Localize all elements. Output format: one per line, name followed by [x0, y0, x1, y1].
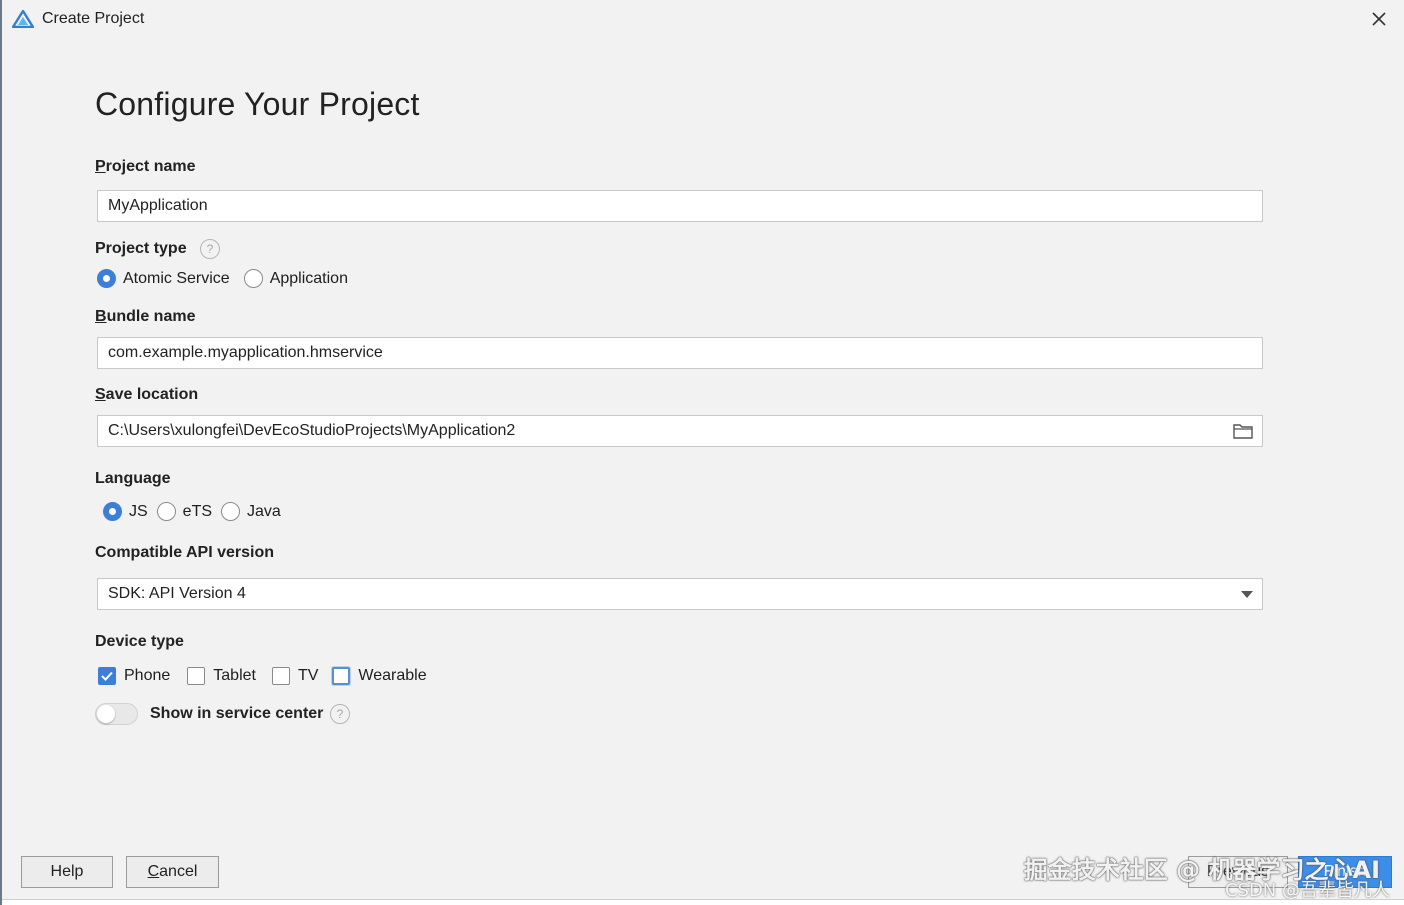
radio-application[interactable]: Application	[243, 269, 348, 288]
chevron-down-icon	[1241, 591, 1253, 598]
checkbox[interactable]	[98, 667, 116, 685]
checkbox[interactable]	[271, 667, 290, 685]
close-icon	[1372, 12, 1386, 26]
radio-js[interactable]: JS	[103, 502, 148, 521]
help-button[interactable]: Help	[21, 856, 113, 888]
api-version-label: Compatible API version	[95, 544, 274, 561]
window-title: Create Project	[42, 10, 145, 27]
title-bar: Create Project	[2, 0, 1404, 38]
checkbox-phone[interactable]: Phone	[98, 667, 170, 685]
radio-button[interactable]	[103, 502, 122, 521]
service-center-help-icon[interactable]: ?	[330, 704, 350, 724]
cancel-button[interactable]: Cancel	[126, 856, 219, 888]
radio-ets[interactable]: eTS	[156, 502, 212, 521]
radio-button[interactable]	[221, 502, 241, 521]
deveco-logo-icon	[12, 10, 34, 28]
checkmark-icon	[101, 671, 113, 681]
toggle-knob	[97, 705, 115, 723]
radio-button[interactable]	[97, 269, 116, 288]
radio-java[interactable]: Java	[221, 502, 281, 521]
checkbox-tablet[interactable]: Tablet	[187, 667, 256, 685]
project-type-help-icon[interactable]: ?	[200, 239, 220, 259]
project-type-label: Project type	[95, 240, 187, 257]
bundle-name-label: Bundle name	[95, 308, 196, 325]
close-button[interactable]	[1368, 8, 1390, 30]
api-version-value: SDK: API Version 4	[108, 585, 246, 602]
save-location-input[interactable]	[108, 417, 1218, 445]
checkbox[interactable]	[332, 667, 351, 685]
service-center-toggle[interactable]	[95, 703, 138, 725]
device-type-label: Device type	[95, 633, 184, 650]
checkbox-wearable[interactable]: Wearable	[332, 667, 427, 685]
create-project-dialog: Create Project Configure Your Project Pr…	[0, 0, 1404, 905]
language-radio-group: JS eTS Java	[103, 502, 281, 521]
project-type-radio-group: Atomic Service Application	[97, 269, 348, 288]
page-title: Configure Your Project	[95, 86, 420, 122]
radio-button[interactable]	[156, 502, 176, 521]
save-location-label: Save location	[95, 386, 199, 403]
bundle-name-input[interactable]	[97, 337, 1263, 369]
folder-icon[interactable]	[1232, 421, 1254, 441]
api-version-dropdown[interactable]: SDK: API Version 4	[97, 578, 1263, 610]
status-bar	[2, 899, 1404, 905]
project-name-input[interactable]	[97, 190, 1263, 222]
language-label: Language	[95, 470, 171, 487]
checkbox-tv[interactable]: TV	[271, 667, 318, 685]
save-location-field	[97, 415, 1263, 447]
checkbox[interactable]	[187, 667, 206, 685]
service-center-label: Show in service center	[150, 705, 324, 722]
device-type-checkbox-group: Phone Tablet TV Wearable	[98, 667, 427, 685]
project-name-label: Project name	[95, 158, 196, 175]
radio-button[interactable]	[243, 269, 263, 288]
radio-atomic-service[interactable]: Atomic Service	[97, 269, 230, 288]
